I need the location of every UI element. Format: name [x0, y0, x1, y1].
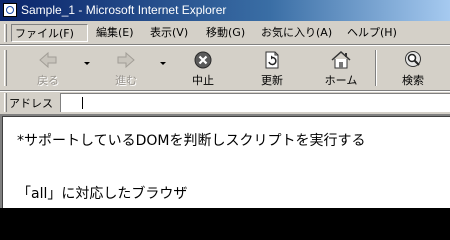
stop-icon [194, 51, 212, 69]
home-button[interactable]: ホーム [321, 48, 361, 88]
ie-page-icon [3, 3, 17, 17]
address-bar: アドレス [0, 91, 450, 113]
back-arrow-icon [39, 51, 57, 69]
menu-edit[interactable]: 編集(E) [93, 24, 137, 42]
window-title: Sample_1 - Microsoft Internet Explorer [21, 3, 227, 17]
content-heading: *サポートしているDOMを判断しスクリプトを実行する [17, 133, 366, 149]
search-button[interactable]: 検索 [395, 48, 431, 88]
text-caret [82, 97, 83, 109]
forward-dropdown-arrow[interactable] [160, 62, 166, 65]
menu-bar: ファイル(F) 編集(E) 表示(V) 移動(G) お気に入り(A) ヘルプ(H… [0, 21, 450, 45]
home-label: ホーム [324, 74, 358, 87]
forward-label: 進む [115, 74, 137, 87]
content-text: 「all」に対応したブラウザ [17, 186, 188, 202]
back-label: 戻る [37, 74, 59, 87]
refresh-label: 更新 [261, 74, 283, 87]
menu-help[interactable]: ヘルプ(H) [344, 24, 400, 42]
search-icon [405, 51, 421, 67]
stop-button[interactable]: 中止 [185, 48, 221, 88]
menu-go[interactable]: 移動(G) [203, 24, 248, 42]
menu-view[interactable]: 表示(V) [147, 24, 191, 42]
address-bar-grip[interactable] [4, 93, 7, 112]
menu-file[interactable]: ファイル(F) [11, 24, 88, 42]
title-bar[interactable]: Sample_1 - Microsoft Internet Explorer [0, 0, 450, 21]
back-button[interactable]: 戻る [30, 48, 66, 88]
menu-bar-grip[interactable] [4, 24, 7, 42]
standard-toolbar: 戻る 進む 中止 更新 ホーム 検索 [0, 45, 450, 91]
toolbar-grip[interactable] [4, 50, 7, 86]
address-label: アドレス [9, 97, 53, 110]
page-content-frame: *サポートしているDOMを判断しスクリプトを実行する 「all」に対応したブラウ… [0, 114, 450, 208]
back-dropdown-arrow[interactable] [84, 62, 90, 65]
address-input[interactable] [60, 93, 450, 112]
home-icon [331, 50, 351, 69]
forward-button[interactable]: 進む [108, 48, 144, 88]
page-content: *サポートしているDOMを判断しスクリプトを実行する 「all」に対応したブラウ… [2, 116, 450, 208]
toolbar-separator [375, 50, 377, 86]
forward-arrow-icon [117, 51, 135, 69]
search-label: 検索 [402, 74, 424, 87]
menu-favorites[interactable]: お気に入り(A) [258, 24, 335, 42]
browser-window: Sample_1 - Microsoft Internet Explorer フ… [0, 0, 450, 208]
refresh-button[interactable]: 更新 [254, 48, 290, 88]
refresh-icon [265, 51, 279, 69]
stop-label: 中止 [192, 74, 214, 87]
